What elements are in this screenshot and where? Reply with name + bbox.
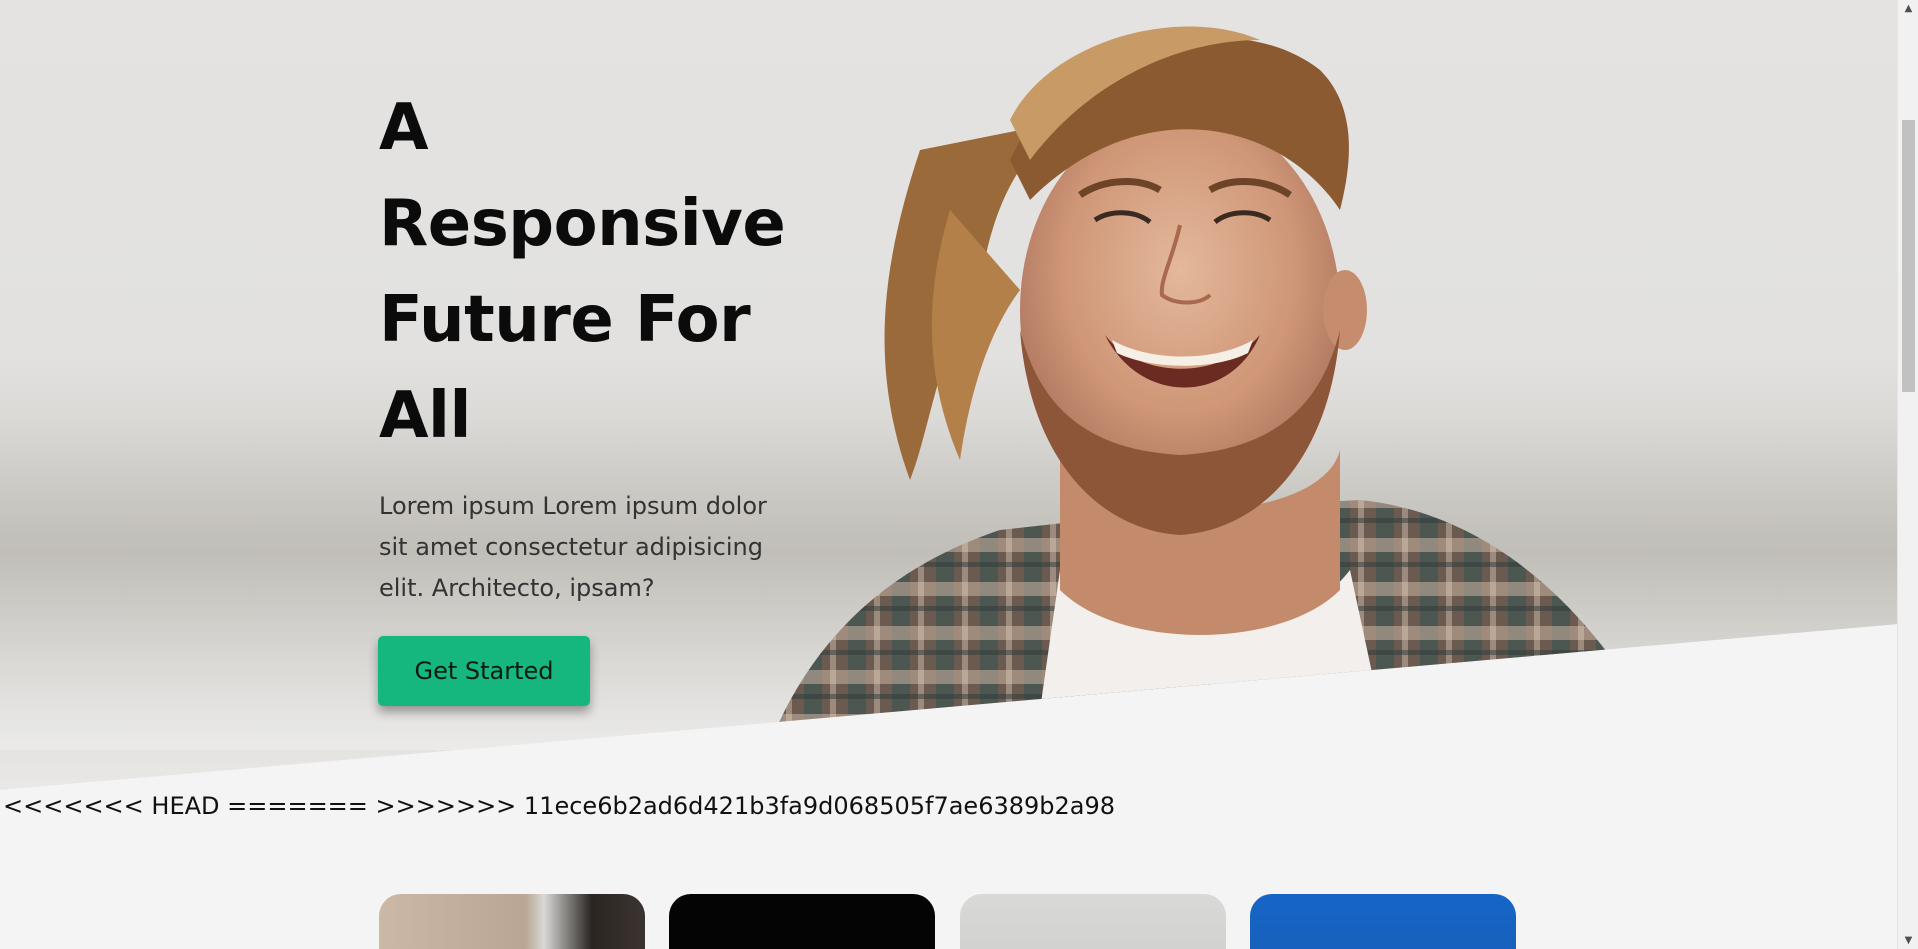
- landing-page: A Responsive Future For All Lorem ipsum …: [0, 0, 1897, 949]
- hero-title-line: All: [379, 379, 471, 453]
- hero-title: A Responsive Future For All: [379, 80, 799, 464]
- merge-conflict-text: <<<<<<< HEAD ======= >>>>>>> 11ece6b2ad6…: [3, 792, 1116, 820]
- hero-section: A Responsive Future For All Lorem ipsum …: [0, 0, 1897, 790]
- vertical-scrollbar[interactable]: ▲ ▼: [1897, 0, 1918, 949]
- browser-viewport: A Responsive Future For All Lorem ipsum …: [0, 0, 1918, 949]
- get-started-button[interactable]: Get Started: [378, 636, 590, 706]
- scroll-up-arrow-icon[interactable]: ▲: [1898, 0, 1918, 17]
- hero-title-line: A: [379, 91, 429, 165]
- image-card-row: [379, 894, 1519, 949]
- scroll-down-arrow-icon[interactable]: ▼: [1898, 932, 1918, 949]
- image-card[interactable]: [379, 894, 645, 949]
- hero-title-line: Future For: [379, 283, 751, 357]
- image-card[interactable]: [1250, 894, 1516, 949]
- image-card[interactable]: [960, 894, 1226, 949]
- image-card[interactable]: [669, 894, 935, 949]
- hero-title-line: Responsive: [379, 187, 786, 261]
- hero-portrait-image: [760, 26, 1660, 790]
- hero-content: A Responsive Future For All Lorem ipsum …: [379, 80, 799, 609]
- hero-description: Lorem ipsum Lorem ipsum dolor sit amet c…: [379, 492, 767, 602]
- scroll-thumb[interactable]: [1902, 120, 1915, 392]
